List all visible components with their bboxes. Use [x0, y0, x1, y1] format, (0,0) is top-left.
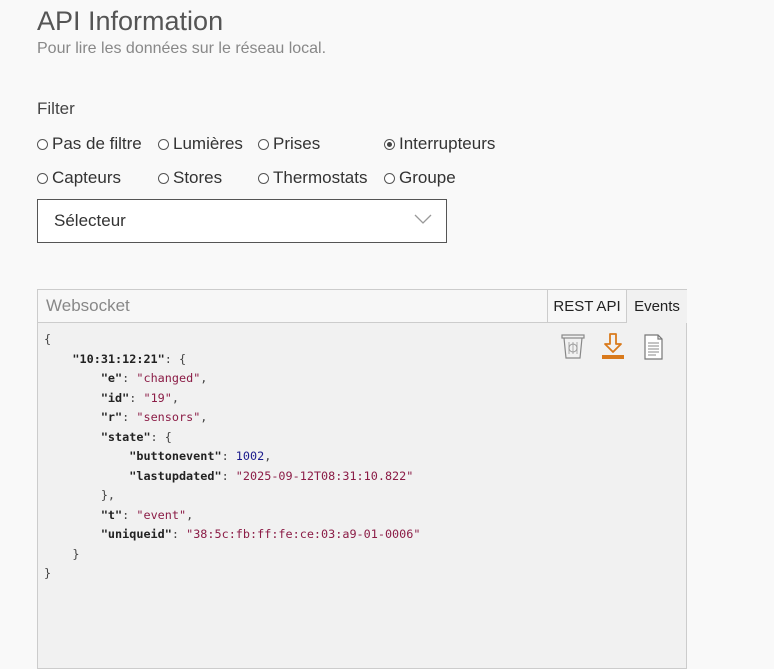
radio-selected-icon: [384, 138, 395, 150]
panel-header: Websocket REST API Events: [38, 290, 687, 323]
event-lastupdated-value: 2025-09-12T08:31:10.822: [242, 468, 407, 483]
radio-label: Pas de filtre: [52, 134, 142, 153]
radio-circle-icon: [158, 172, 169, 184]
panel-title: Websocket: [46, 296, 130, 315]
radio-interrupteurs[interactable]: Interrupteurs: [384, 134, 495, 154]
radio-circle-icon: [37, 138, 48, 150]
radio-stores[interactable]: Stores: [158, 168, 222, 188]
event-t-value: event: [143, 507, 179, 522]
event-e-value: changed: [143, 371, 194, 385]
filter-label: Filter: [37, 99, 75, 118]
event-uniqueid-value: 38:5c:fb:ff:fe:ce:03:a9-01-0006: [193, 527, 414, 541]
radio-label: Stores: [173, 168, 223, 187]
radio-label: Interrupteurs: [399, 134, 496, 153]
event-r-value: sensors: [143, 410, 194, 424]
radio-label: Lumières: [173, 134, 243, 153]
selector-value: Sélecteur: [54, 211, 126, 230]
page-title: API Information: [37, 6, 224, 36]
radio-thermostats[interactable]: Thermostats: [258, 168, 367, 188]
radio-prises[interactable]: Prises: [258, 134, 320, 154]
radio-circle-icon: [258, 138, 269, 150]
event-json: { "10:31:12:21": { "e": "changed", "id":…: [44, 332, 421, 580]
websocket-panel: Websocket REST API Events { "10:31:12:21…: [37, 289, 687, 669]
event-timestamp-key: 10:31:12:21: [79, 351, 158, 366]
radio-lumieres[interactable]: Lumières: [158, 134, 243, 154]
radio-label: Groupe: [399, 168, 456, 187]
event-id-value: 19: [150, 390, 165, 405]
tab-rest-api[interactable]: REST API: [547, 290, 626, 322]
radio-circle-icon: [258, 172, 269, 184]
trash-icon[interactable]: [560, 332, 586, 362]
radio-label: Prises: [273, 134, 321, 153]
radio-circle-icon: [37, 172, 48, 184]
radio-label: Thermostats: [273, 168, 368, 187]
radio-circle-icon: [158, 138, 169, 150]
chevron-down-icon: [414, 214, 432, 224]
page-subtitle: Pour lire les données sur le réseau loca…: [37, 40, 327, 57]
radio-label: Capteurs: [52, 168, 121, 187]
selector-dropdown[interactable]: Sélecteur: [37, 199, 447, 243]
radio-capteurs[interactable]: Capteurs: [37, 168, 121, 188]
tab-events[interactable]: Events: [626, 290, 687, 323]
event-buttonevent-value: 1002: [235, 449, 265, 463]
radio-groupe[interactable]: Groupe: [384, 168, 456, 188]
radio-pas-de-filtre[interactable]: Pas de filtre: [37, 134, 142, 154]
copy-icon[interactable]: [640, 332, 666, 362]
radio-circle-icon: [384, 172, 395, 184]
download-icon[interactable]: [600, 332, 626, 362]
